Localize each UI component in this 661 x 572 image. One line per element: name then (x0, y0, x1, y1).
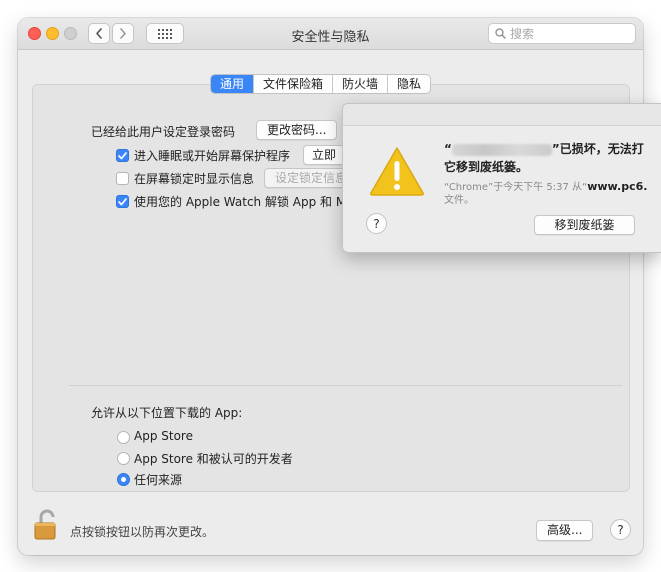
apple-watch-checkbox[interactable] (116, 195, 129, 208)
divider (69, 385, 622, 386)
downloads-label: 允许从以下位置下载的 App: (91, 406, 243, 420)
alert-info-prefix: “Chrome”于今天下午 5:37 从“ (444, 182, 588, 193)
advanced-button[interactable]: 高级... (536, 520, 594, 541)
alert-heading: “ ”已损坏，无法打 它移到废纸篓。 (444, 140, 644, 176)
title-bar: 安全性与隐私 (18, 18, 643, 50)
search-icon (495, 28, 506, 39)
require-password-checkbox[interactable] (116, 149, 129, 162)
tab-firewall[interactable]: 防火墙 (333, 75, 389, 93)
preferences-window: 安全性与隐私 通用 文件保险箱 防火墙 隐私 已经给此用户设定登录密码 更改密码… (18, 18, 643, 555)
help-button[interactable]: ? (610, 519, 631, 540)
require-password-label: 进入睡眠或开始屏幕保护程序 (134, 149, 291, 163)
alert-info: “Chrome”于今天下午 5:37 从“www.pc6. 文件。 (444, 180, 647, 207)
alert-help-button[interactable]: ? (366, 213, 387, 234)
alert-heading-quote: “ (444, 142, 452, 156)
tab-bar: 通用 文件保险箱 防火墙 隐私 (210, 74, 432, 94)
lock-message-label: 在屏幕锁定时显示信息 (134, 172, 255, 186)
redacted-app-name (451, 143, 552, 156)
tab-filevault[interactable]: 文件保险箱 (254, 75, 334, 93)
apple-watch-label: 使用您的 Apple Watch 解锁 App 和 Mac (134, 195, 361, 209)
search-input[interactable] (510, 26, 630, 41)
radio-identified-developers-label: App Store 和被认可的开发者 (134, 452, 293, 466)
damaged-app-alert: “ ”已损坏，无法打 它移到废纸篓。 “Chrome”于今天下午 5:37 从“w… (342, 103, 661, 253)
tab-privacy[interactable]: 隐私 (388, 75, 430, 93)
search-field[interactable] (488, 23, 636, 44)
alert-info-line2: 文件。 (444, 195, 474, 206)
change-password-button[interactable]: 更改密码... (256, 120, 338, 140)
alert-heading-text: ”已损坏，无法打 (551, 142, 644, 156)
checkmark-icon (118, 197, 127, 205)
lock-button[interactable] (32, 509, 62, 541)
checkmark-icon (118, 151, 127, 159)
lock-message-checkbox[interactable] (116, 172, 129, 185)
radio-identified-developers[interactable] (117, 452, 130, 465)
lock-hint-text: 点按锁按钮以防再次更改。 (70, 525, 215, 539)
warning-icon (370, 147, 424, 196)
require-password-delay-select[interactable]: 立即 (303, 145, 346, 165)
alert-info-site: www.pc6. (587, 180, 648, 193)
alert-title-bar (343, 104, 661, 126)
radio-anywhere[interactable] (117, 473, 130, 486)
radio-app-store[interactable] (117, 431, 130, 444)
move-to-trash-button[interactable]: 移到废纸篓 (534, 215, 635, 235)
radio-anywhere-label: 任何来源 (134, 473, 183, 487)
unlocked-padlock-icon (34, 509, 56, 540)
password-label: 已经给此用户设定登录密码 (91, 125, 236, 139)
radio-app-store-label: App Store (134, 429, 193, 443)
tab-general[interactable]: 通用 (211, 75, 255, 93)
alert-heading-line2: 它移到废纸篓。 (444, 160, 529, 174)
